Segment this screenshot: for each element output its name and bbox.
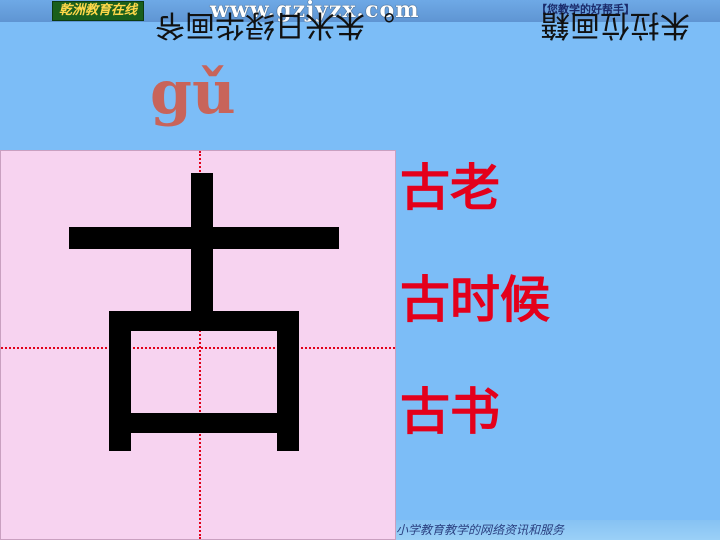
mirrored-text-right: 朱拉位画籍 <box>540 7 690 42</box>
slide: 乾洲教育在线 www.gzjyzx.com 【您教学的好帮手】 。朱米日绿华画爷… <box>0 0 720 540</box>
word-item: 古时候 <box>400 271 550 329</box>
pinyin-label: gǔ <box>150 58 236 128</box>
footer-text: 小学教育教学的网络资讯和服务 <box>396 523 565 537</box>
character-gu <box>69 173 339 451</box>
mirrored-text-left: 。朱米日绿华画爷 <box>155 7 395 42</box>
word-item: 古老 <box>400 159 500 217</box>
word-item: 古书 <box>400 383 500 441</box>
writing-grid <box>0 150 396 540</box>
word-list: 古老 古时候 古书 <box>400 158 700 494</box>
